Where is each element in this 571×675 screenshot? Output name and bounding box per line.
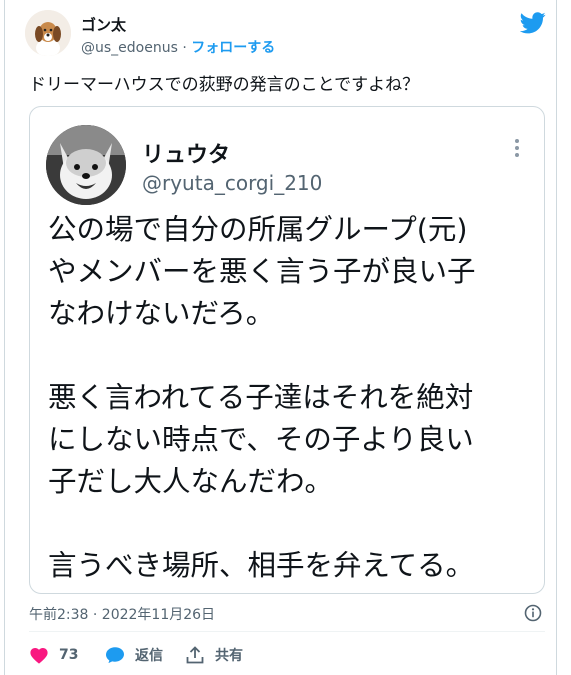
reply-icon — [106, 647, 124, 664]
twitter-bird-icon[interactable] — [519, 12, 546, 34]
quoted-line-blank — [48, 335, 538, 377]
quoted-line-blank — [48, 503, 538, 545]
share-label: 共有 — [215, 648, 243, 664]
quoted-author-avatar[interactable] — [46, 125, 126, 205]
reply-label: 返信 — [135, 648, 163, 664]
quoted-line: やメンバーを悪く言う子が良い子 — [48, 255, 476, 288]
quoted-author-name[interactable]: リュウタ — [142, 137, 230, 169]
quoted-line: なわけないだろ。 — [48, 297, 275, 330]
tweet-timestamp[interactable]: 午前2:38 · 2022年11月26日 — [29, 604, 215, 624]
quoted-line: 悪く言われてる子達はそれを絶対 — [48, 381, 474, 414]
tweet-actions: 73 返信 共有 — [29, 644, 545, 666]
follow-button[interactable]: フォローする — [191, 40, 275, 56]
like-count: 73 — [59, 647, 79, 663]
reply-button[interactable]: 返信 — [105, 644, 163, 666]
quoted-tweet[interactable]: リュウタ @ryuta_corgi_210 公の場で自分の所属グループ(元) や… — [29, 106, 545, 594]
like-button[interactable]: 73 — [29, 644, 78, 666]
tweet-card: ゴン太 @us_edoenus · フォローする ドリーマーハウスでの荻野の発言… — [4, 0, 557, 675]
author-name[interactable]: ゴン太 — [81, 14, 126, 35]
heart-icon — [30, 647, 48, 664]
author-handle-row: @us_edoenus · フォローする — [81, 37, 275, 57]
separator: · — [182, 40, 187, 56]
info-icon[interactable] — [524, 604, 542, 622]
quoted-line: 公の場で自分の所属グループ(元) — [48, 213, 468, 246]
divider — [29, 631, 545, 632]
author-handle[interactable]: @us_edoenus — [81, 40, 178, 56]
quoted-line: 言うべき場所、相手を弁えてる。 — [48, 549, 475, 582]
more-icon[interactable] — [514, 139, 520, 161]
quoted-author-handle[interactable]: @ryuta_corgi_210 — [142, 171, 322, 195]
quoted-line: 子だし大人なんだわ。 — [48, 465, 334, 498]
quoted-tweet-body: 公の場で自分の所属グループ(元) やメンバーを悪く言う子が良い子 なわけないだろ… — [48, 209, 538, 587]
tweet-header: ゴン太 @us_edoenus · フォローする — [25, 10, 550, 58]
tweet-text: ドリーマーハウスでの荻野の発言のことですよね？ — [29, 75, 420, 95]
quoted-line: にしない時点で、その子より良い — [48, 423, 474, 456]
share-button[interactable]: 共有 — [185, 644, 243, 666]
share-icon — [186, 646, 204, 664]
author-avatar[interactable] — [25, 10, 71, 56]
